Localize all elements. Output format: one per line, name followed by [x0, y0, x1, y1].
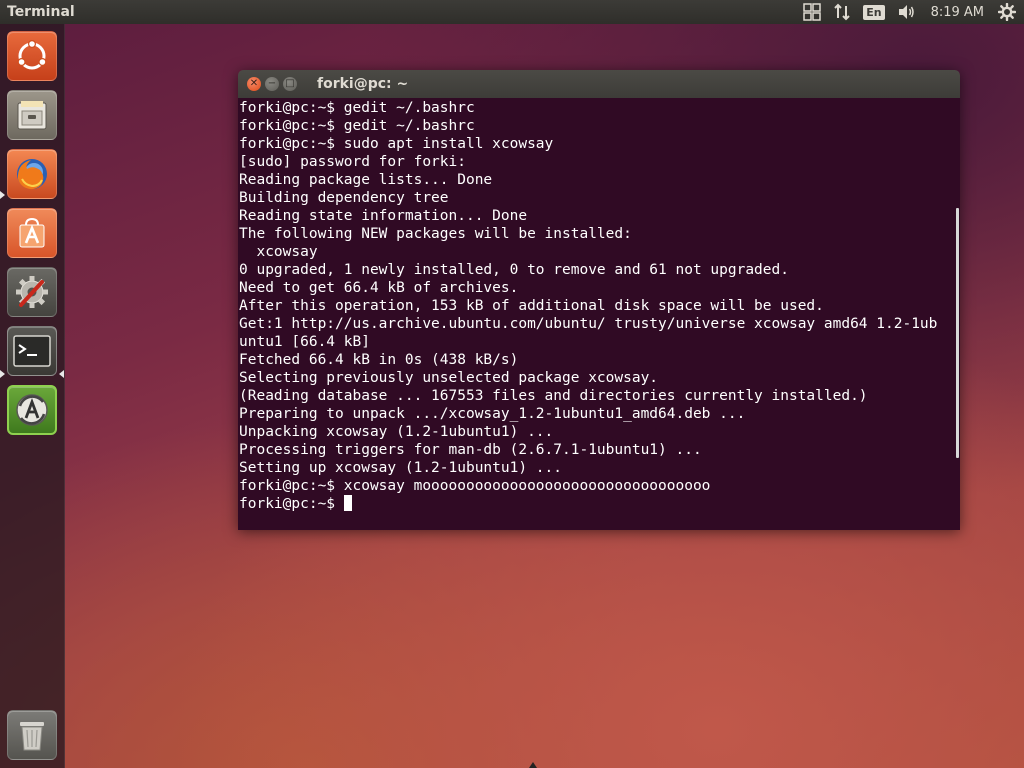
terminal-line: Selecting previously unselected package …: [239, 370, 659, 386]
trash-icon: [20, 722, 44, 751]
file-cabinet-icon: [17, 101, 47, 130]
terminal-line: Preparing to unpack .../xcowsay_1.2-1ubu…: [239, 406, 746, 422]
terminal-scrollbar[interactable]: [956, 208, 959, 458]
terminal-line: Building dependency tree: [239, 190, 449, 206]
terminal-output[interactable]: forki@pc:~$ gedit ~/.bashrc forki@pc:~$ …: [238, 98, 960, 530]
terminal-line: xcowsay: [239, 244, 318, 260]
terminal-line: forki@pc:~$ sudo apt install xcowsay: [239, 136, 554, 152]
launcher-ubuntu-dash[interactable]: [7, 31, 57, 81]
software-updater-icon: [16, 394, 48, 426]
network-icon[interactable]: [833, 0, 851, 24]
minimize-window-button[interactable]: −: [265, 77, 279, 91]
terminal-line: Processing triggers for man-db (2.6.7.1-…: [239, 442, 702, 458]
system-gear-icon[interactable]: [998, 0, 1016, 24]
terminal-line: Reading package lists... Done: [239, 172, 493, 188]
software-center-bag-icon: [19, 217, 45, 248]
terminal-line: forki@pc:~$ xcowsay mooooooooooooooooooo…: [239, 478, 711, 494]
terminal-line: Unpacking xcowsay (1.2-1ubuntu1) ...: [239, 424, 554, 440]
clock[interactable]: 8:19 AM: [931, 0, 984, 24]
terminal-line: After this operation, 153 kB of addition…: [239, 298, 824, 314]
close-window-button[interactable]: ✕: [247, 77, 261, 91]
launcher-system-settings[interactable]: [7, 267, 57, 317]
terminal-line: Fetched 66.4 kB in 0s (438 kB/s): [239, 352, 519, 368]
terminal-line: The following NEW packages will be insta…: [239, 226, 632, 242]
terminal-line: 0 upgraded, 1 newly installed, 0 to remo…: [239, 262, 789, 278]
indicator-area: En 8:19 AM: [797, 0, 1024, 24]
terminal-line: Setting up xcowsay (1.2-1ubuntu1) ...: [239, 460, 563, 476]
terminal-window[interactable]: ✕ − □ forki@pc: ~ forki@pc:~$ gedit ~/.b…: [238, 70, 960, 530]
terminal-prompt: forki@pc:~$: [239, 496, 344, 512]
settings-wrench-gear-icon: [16, 276, 48, 308]
launcher-ubuntu-software-center[interactable]: [7, 208, 57, 258]
mouse-pointer-icon: [529, 762, 537, 768]
terminal-line: untu1 [66.4 kB]: [239, 334, 370, 350]
terminal-line: Get:1 http://us.archive.ubuntu.com/ubunt…: [239, 316, 938, 332]
terminal-line: Reading state information... Done: [239, 208, 528, 224]
launcher-firefox[interactable]: [7, 149, 57, 199]
terminal-line: forki@pc:~$ gedit ~/.bashrc: [239, 100, 475, 116]
maximize-window-button[interactable]: □: [283, 77, 297, 91]
top-panel: Terminal En 8:19 AM: [0, 0, 1024, 24]
active-app-title: Terminal: [7, 4, 75, 20]
launcher-trash[interactable]: [7, 710, 57, 760]
terminal-line: Need to get 66.4 kB of archives.: [239, 280, 519, 296]
volume-icon[interactable]: [897, 0, 917, 24]
terminal-line: [sudo] password for forki:: [239, 154, 466, 170]
keyboard-language-icon[interactable]: En: [863, 0, 885, 24]
ubuntu-logo-icon: [17, 39, 47, 70]
firefox-icon: [17, 159, 47, 190]
launcher-files[interactable]: [7, 90, 57, 140]
text-cursor: [343, 495, 352, 511]
terminal-window-title: forki@pc: ~: [317, 76, 409, 92]
keyboard-language-label: En: [863, 4, 885, 20]
terminal-line: (Reading database ... 167553 files and d…: [239, 388, 868, 404]
workspace-switcher-icon[interactable]: [803, 0, 821, 24]
terminal-icon: [13, 335, 51, 367]
launcher-terminal[interactable]: [7, 326, 57, 376]
launcher-software-updater[interactable]: [7, 385, 57, 435]
terminal-prompt-line[interactable]: forki@pc:~$: [239, 495, 960, 513]
terminal-titlebar[interactable]: ✕ − □ forki@pc: ~: [238, 70, 960, 98]
unity-launcher: [0, 24, 65, 768]
terminal-line: forki@pc:~$ gedit ~/.bashrc: [239, 118, 475, 134]
